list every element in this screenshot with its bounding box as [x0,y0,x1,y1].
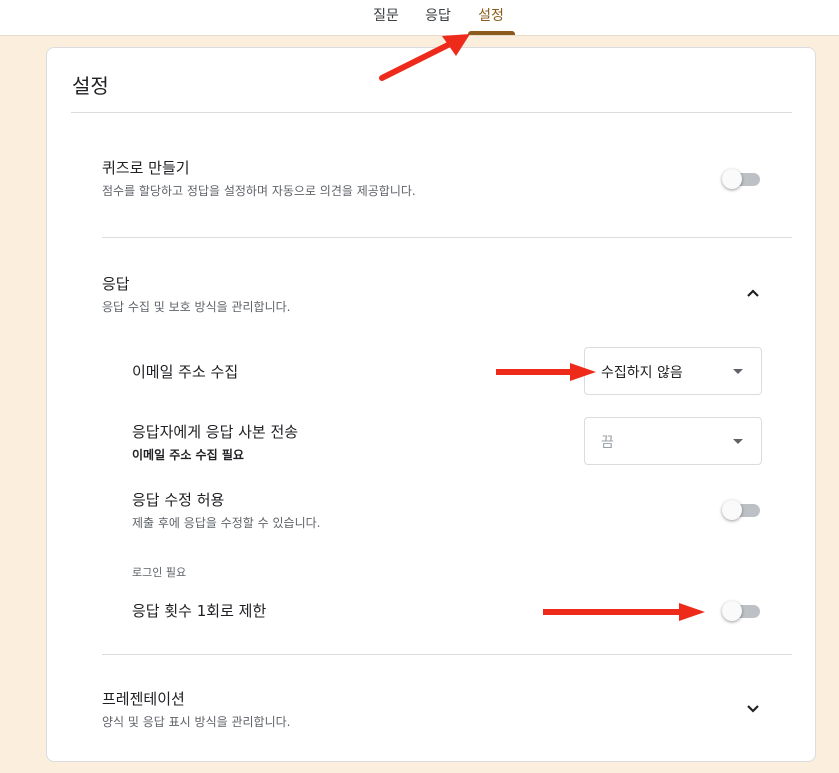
responses-divider [102,654,792,655]
quiz-toggle[interactable] [722,167,762,191]
presentation-section-title: 프레젠테이션 [102,690,185,708]
tab-settings[interactable]: 설정 [470,0,512,35]
caret-down-icon [733,369,743,374]
caret-down-icon [733,439,743,444]
title-divider [71,112,792,113]
quiz-divider [102,237,792,238]
presentation-section-description: 양식 및 응답 표시 방식을 관리합니다. [102,715,291,729]
limit-one-label: 응답 횟수 1회로 제한 [132,602,267,620]
collect-email-value: 수집하지 않음 [601,365,683,381]
allow-edit-description: 제출 후에 응답을 수정할 수 있습니다. [132,516,321,530]
chevron-down-icon[interactable] [741,696,765,720]
allow-edit-label: 응답 수정 허용 [132,491,225,509]
send-copy-note: 이메일 주소 수집 필요 [132,448,244,462]
collect-email-select[interactable]: 수집하지 않음 [584,347,762,395]
login-required-label: 로그인 필요 [132,566,187,579]
toggle-knob [722,169,742,189]
toggle-knob [722,601,742,621]
toggle-knob [722,500,742,520]
responses-section-title: 응답 [102,275,130,293]
quiz-section-description: 점수를 할당하고 정답을 설정하며 자동으로 의견을 제공합니다. [102,184,416,198]
limit-one-toggle[interactable] [722,599,762,623]
quiz-section-title: 퀴즈로 만들기 [102,159,190,177]
collect-email-label: 이메일 주소 수집 [132,363,239,381]
send-copy-value: 끔 [601,435,614,451]
annotation-arrow-icon [379,34,470,81]
annotation-arrow-icon [543,603,705,621]
allow-edit-toggle[interactable] [722,498,762,522]
send-copy-select[interactable]: 끔 [584,417,762,465]
chevron-up-icon[interactable] [741,282,765,306]
annotation-arrow-icon [496,363,596,381]
responses-section-description: 응답 수집 및 보호 방식을 관리합니다. [102,300,291,314]
active-tab-indicator [468,31,515,35]
settings-card: 설정 퀴즈로 만들기 점수를 할당하고 정답을 설정하며 자동으로 의견을 제공… [46,47,816,762]
settings-title: 설정 [72,74,109,98]
send-copy-label: 응답자에게 응답 사본 전송 [132,423,299,441]
